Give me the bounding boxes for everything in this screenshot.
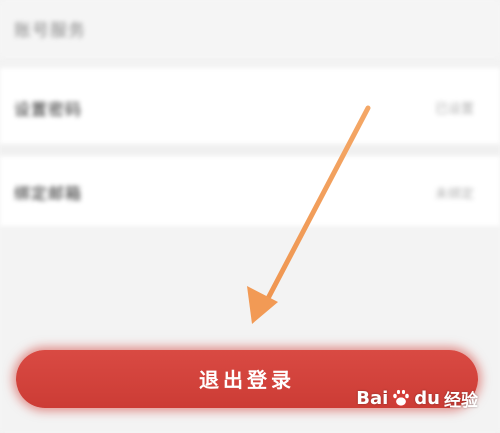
settings-row-label: 设置密码 — [14, 100, 83, 119]
settings-row-value: 未绑定 — [434, 187, 474, 202]
section-header-label: 账号服务 — [14, 21, 86, 41]
watermark-text-jingyan: 经验 — [444, 390, 478, 411]
row-divider — [0, 144, 500, 156]
baidu-jingyan-watermark: Bai du 经验 — [356, 382, 478, 414]
settings-row-email[interactable]: 绑定邮箱 未绑定 — [0, 156, 500, 226]
settings-screen: 账号服务 设置密码 已设置 绑定邮箱 未绑定 退出登录 Bai du 经验 — [0, 0, 500, 433]
settings-row-label: 绑定邮箱 — [14, 184, 83, 203]
settings-row-value: 已设置 — [434, 102, 474, 117]
watermark-text-bai: Bai — [356, 387, 389, 409]
watermark-text-du: du — [414, 387, 440, 409]
baidu-paw-icon — [392, 389, 410, 407]
section-header: 账号服务 — [0, 0, 500, 58]
settings-row-password[interactable]: 设置密码 已设置 — [0, 68, 500, 144]
